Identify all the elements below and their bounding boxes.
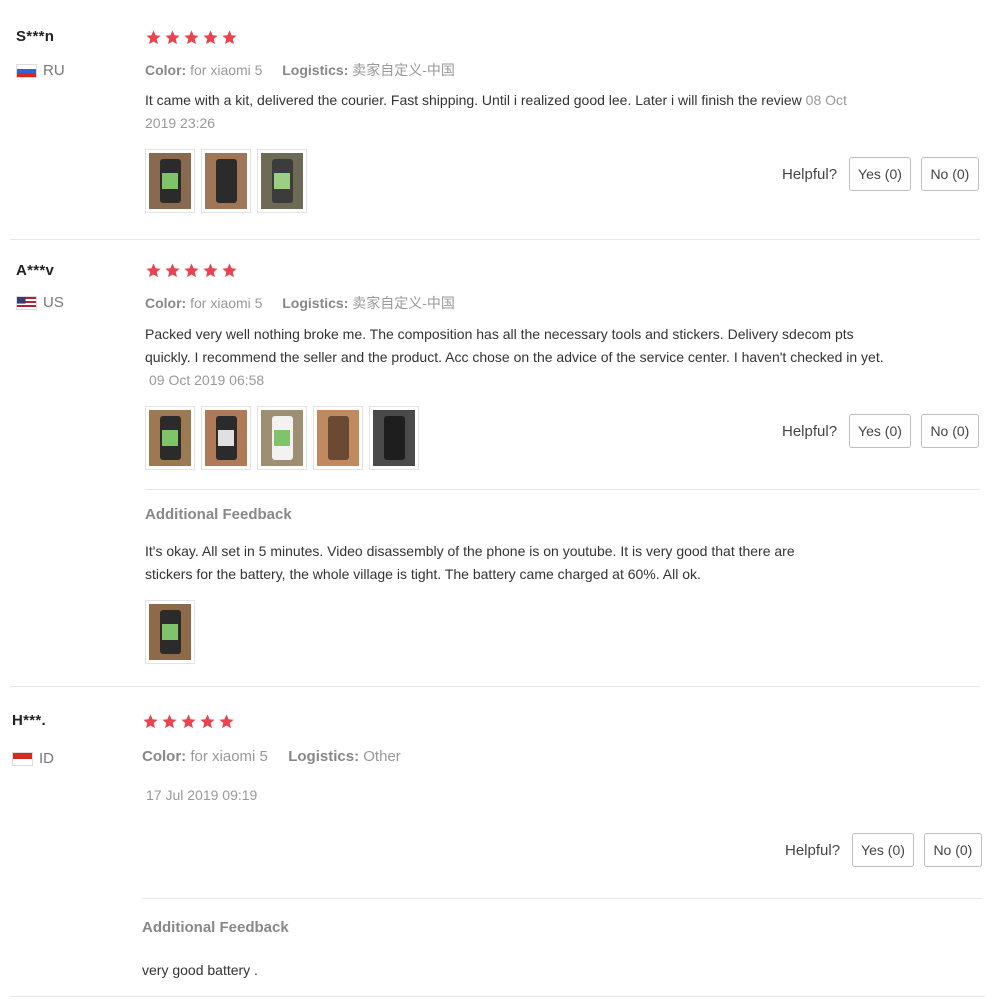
review-photos: [145, 149, 307, 213]
review-photo[interactable]: [145, 600, 195, 664]
additional-feedback-title: Additional Feedback: [142, 919, 289, 936]
star-rating: [142, 713, 235, 730]
star-icon: [165, 30, 180, 45]
review-body-line: Packed very well nothing broke me. The c…: [145, 326, 854, 342]
flag-ru-icon: [16, 63, 37, 78]
color-value: for xiaomi 5: [190, 748, 268, 765]
review-photo[interactable]: [201, 149, 251, 213]
product-attributes: Color: for xiaomi 5 Logistics: 卖家自定义-中国: [145, 293, 455, 313]
helpful-no-button[interactable]: No (0): [920, 157, 979, 191]
logistics-value: Other: [363, 748, 401, 765]
flag-us-icon: [16, 295, 37, 310]
star-icon: [184, 30, 199, 45]
logistics-key: Logistics:: [282, 295, 349, 311]
additional-feedback-text: very good battery .: [142, 962, 258, 978]
helpful-label: Helpful?: [782, 165, 838, 183]
helpful-yes-button[interactable]: Yes (0): [849, 414, 911, 448]
star-rating: [145, 262, 238, 279]
divider: [10, 239, 980, 240]
review-photo[interactable]: [257, 149, 307, 213]
star-icon: [203, 30, 218, 45]
reviewer-country: RU: [16, 62, 65, 79]
reviewer-name: H***.: [12, 712, 47, 729]
star-icon: [219, 714, 234, 729]
star-icon: [184, 263, 199, 278]
helpful-no-button[interactable]: No (0): [923, 833, 982, 867]
logistics-value: 卖家自定义-中国: [352, 62, 455, 78]
helpful-yes-button[interactable]: Yes (0): [852, 833, 914, 867]
reviewer-country: US: [16, 294, 64, 311]
helpful-vote: Helpful? Yes (0) No (0): [782, 414, 979, 448]
color-value: for xiaomi 5: [190, 295, 263, 311]
reviewer-country: ID: [12, 750, 54, 767]
logistics-key: Logistics:: [288, 748, 360, 765]
divider: [10, 686, 980, 687]
star-icon: [203, 263, 218, 278]
star-icon: [162, 714, 177, 729]
additional-feedback-line: It's okay. All set in 5 minutes. Video d…: [145, 543, 795, 559]
helpful-yes-button[interactable]: Yes (0): [849, 157, 911, 191]
additional-feedback-title: Additional Feedback: [145, 506, 292, 523]
helpful-vote: Helpful? Yes (0) No (0): [782, 157, 979, 191]
logistics-key: Logistics:: [282, 62, 349, 78]
review-photo[interactable]: [201, 406, 251, 470]
country-code: US: [43, 294, 64, 311]
review-photos: [145, 406, 419, 470]
divider: [142, 898, 982, 899]
review-body: It came with a kit, delivered the courie…: [145, 92, 802, 108]
color-key: Color:: [145, 62, 187, 78]
star-icon: [181, 714, 196, 729]
review-text: Packed very well nothing broke me. The c…: [145, 323, 925, 392]
star-icon: [165, 263, 180, 278]
star-icon: [146, 30, 161, 45]
review-text: It came with a kit, delivered the courie…: [145, 89, 865, 135]
color-value: for xiaomi 5: [190, 62, 263, 78]
review-photo[interactable]: [313, 406, 363, 470]
review-date: 17 Jul 2019 09:19: [146, 787, 258, 803]
review-photo[interactable]: [257, 406, 307, 470]
country-code: RU: [43, 62, 65, 79]
country-code: ID: [39, 750, 54, 767]
helpful-label: Helpful?: [782, 422, 838, 440]
helpful-label: Helpful?: [785, 841, 841, 859]
product-attributes: Color: for xiaomi 5 Logistics: 卖家自定义-中国: [145, 60, 455, 80]
review-photo[interactable]: [145, 406, 195, 470]
star-icon: [222, 30, 237, 45]
reviewer-name: S***n: [16, 28, 55, 45]
star-icon: [200, 714, 215, 729]
divider: [10, 996, 985, 997]
additional-feedback-text: It's okay. All set in 5 minutes. Video d…: [145, 540, 865, 586]
star-icon: [222, 263, 237, 278]
color-key: Color:: [145, 295, 187, 311]
logistics-value: 卖家自定义-中国: [352, 295, 455, 311]
additional-feedback-photos: [145, 600, 195, 664]
review-body-line: quickly. I recommend the seller and the …: [145, 349, 884, 365]
flag-id-icon: [12, 751, 33, 766]
product-attributes: Color: for xiaomi 5 Logistics: Other: [142, 748, 401, 765]
review-photo[interactable]: [369, 406, 419, 470]
reviewer-name: A***v: [16, 262, 55, 279]
helpful-vote: Helpful? Yes (0) No (0): [785, 833, 982, 867]
additional-feedback-line: stickers for the battery, the whole vill…: [145, 566, 701, 582]
star-icon: [143, 714, 158, 729]
review-photo[interactable]: [145, 149, 195, 213]
star-rating: [145, 29, 238, 46]
divider: [145, 489, 980, 490]
review-date: 09 Oct 2019 06:58: [149, 372, 265, 388]
color-key: Color:: [142, 748, 187, 765]
star-icon: [146, 263, 161, 278]
helpful-no-button[interactable]: No (0): [920, 414, 979, 448]
